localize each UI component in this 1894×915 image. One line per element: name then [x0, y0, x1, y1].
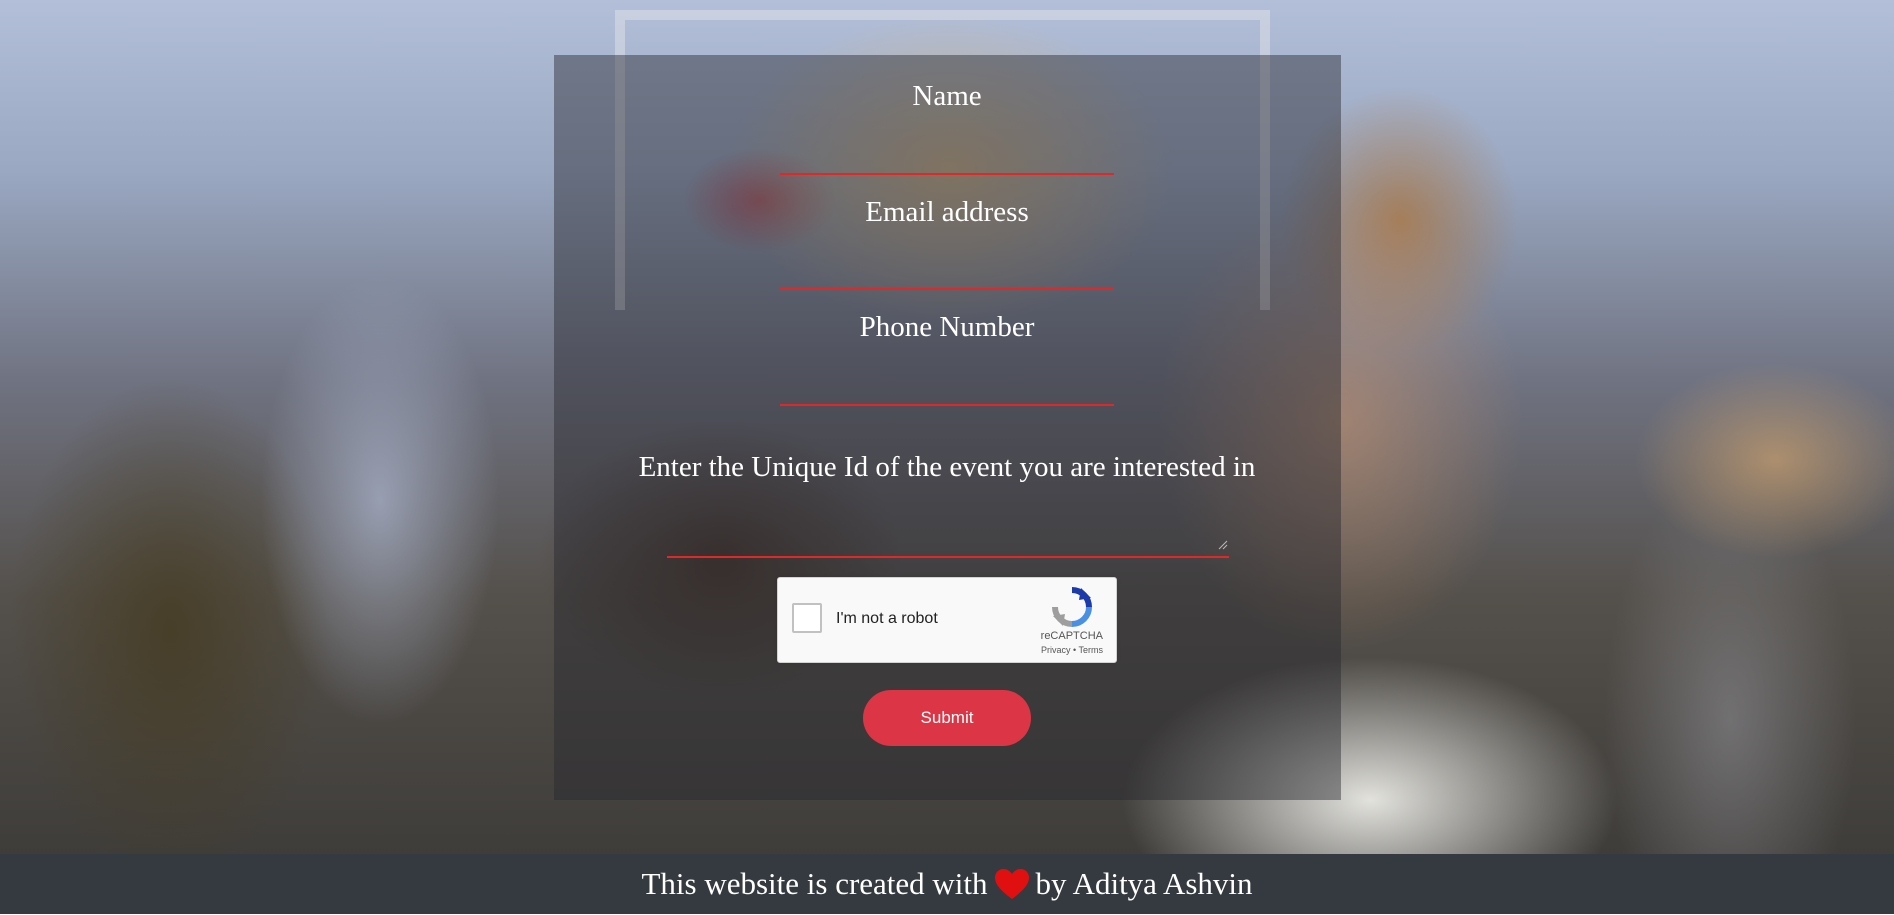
footer: This website is created with by Aditya A…: [0, 854, 1894, 914]
phone-field[interactable]: Phone Number: [0, 309, 1894, 345]
footer-suffix: by Aditya Ashvin: [1035, 866, 1253, 901]
footer-prefix: This website is created with: [641, 866, 988, 901]
event-id-textarea[interactable]: Enter the Unique Id of the event you are…: [0, 449, 1894, 485]
recaptcha-links[interactable]: Privacy • Terms: [1041, 645, 1103, 655]
recaptcha-label: I'm not a robot: [836, 610, 938, 627]
email-field[interactable]: Email address: [0, 194, 1894, 230]
event-id-label: Enter the Unique Id of the event you are…: [638, 451, 1256, 483]
name-field[interactable]: Name: [0, 78, 1894, 114]
email-underline: [780, 288, 1114, 290]
name-label: Name: [912, 80, 982, 112]
submit-button[interactable]: Submit: [863, 690, 1031, 746]
phone-underline: [780, 404, 1114, 406]
recaptcha-checkbox[interactable]: [792, 603, 822, 633]
event-id-underline: [667, 556, 1229, 558]
name-underline: [780, 173, 1114, 175]
phone-label: Phone Number: [859, 311, 1035, 343]
resize-grip-icon[interactable]: [1218, 540, 1228, 550]
recaptcha-widget: I'm not a robot reCAPTCHA Privacy • Term…: [777, 577, 1117, 663]
email-label: Email address: [865, 196, 1029, 228]
heart-icon: [994, 869, 1029, 899]
form-panel: [554, 55, 1341, 800]
recaptcha-logo-icon: [1052, 587, 1092, 627]
recaptcha-brand: reCAPTCHA: [1040, 630, 1103, 642]
